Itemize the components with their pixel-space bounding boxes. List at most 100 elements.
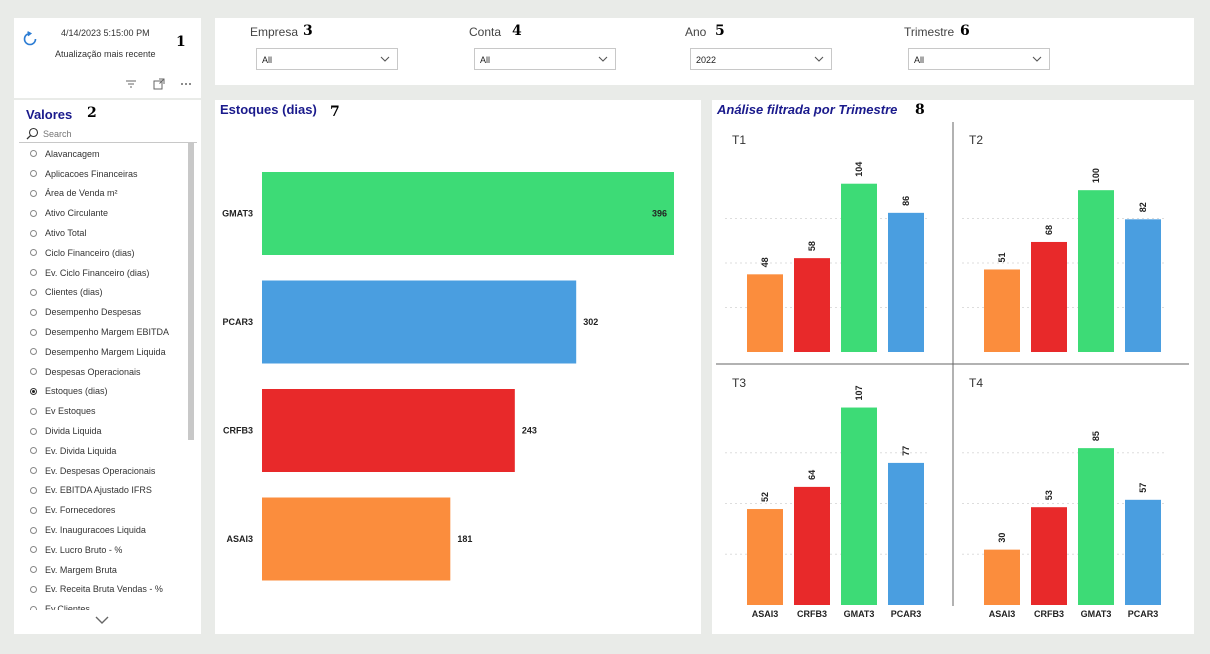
slicer-item[interactable]: Ev. Margem Bruta: [26, 560, 194, 580]
radio-icon[interactable]: [30, 605, 37, 610]
bar-t1-pcar3[interactable]: [888, 212, 924, 352]
slicer-item-label: Desempenho Margem Liquida: [45, 346, 166, 357]
bar-t1-asai3[interactable]: [747, 274, 783, 352]
radio-icon[interactable]: [30, 467, 37, 475]
search-input[interactable]: [43, 127, 183, 141]
radio-icon[interactable]: [30, 269, 37, 277]
slicer-item[interactable]: Ev. Inauguracoes Liquida: [26, 520, 194, 540]
radio-icon[interactable]: [30, 486, 37, 494]
slicer-item[interactable]: Aplicacoes Financeiras: [26, 164, 194, 184]
bar-t4-crfb3[interactable]: [1031, 507, 1067, 605]
slicer-item[interactable]: Desempenho Margem EBITDA: [26, 322, 194, 342]
radio-icon[interactable]: [30, 249, 37, 257]
slicer-item[interactable]: Ev. Despesas Operacionais: [26, 461, 194, 481]
ano-dropdown[interactable]: 2022: [690, 48, 832, 70]
bar-t2-crfb3[interactable]: [1031, 241, 1067, 352]
slicer-item-label: Alavancagem: [45, 148, 100, 159]
slicer-item[interactable]: Desempenho Despesas: [26, 302, 194, 322]
radio-selected-icon[interactable]: [30, 387, 37, 395]
radio-icon[interactable]: [30, 189, 37, 197]
chevron-down-icon[interactable]: [94, 615, 110, 625]
radio-icon[interactable]: [30, 348, 37, 356]
bar-t2-gmat3[interactable]: [1078, 190, 1114, 352]
slicer-item[interactable]: Ev. Fornecedores: [26, 500, 194, 520]
bar-gmat3[interactable]: [262, 172, 674, 255]
slicer-item[interactable]: Ev Estoques: [26, 401, 194, 421]
filter-icon[interactable]: [124, 77, 138, 91]
chevron-down-icon: [380, 56, 390, 62]
bar-t3-crfb3[interactable]: [794, 486, 830, 605]
bar-t2-asai3[interactable]: [984, 269, 1020, 352]
radio-icon[interactable]: [30, 328, 37, 336]
bar-t4-asai3[interactable]: [984, 549, 1020, 605]
bar-t3-asai3[interactable]: [747, 509, 783, 605]
slicer-item[interactable]: Despesas Operacionais: [26, 362, 194, 382]
slicer-item[interactable]: Ativo Circulante: [26, 203, 194, 223]
slicer-item[interactable]: Ev.Clientes: [26, 599, 194, 610]
bar-t1-gmat3[interactable]: [841, 183, 877, 352]
radio-icon[interactable]: [30, 209, 37, 217]
slicer-item[interactable]: Área de Venda m²: [26, 184, 194, 204]
bar-value-label: 64: [807, 470, 817, 480]
trimestre-dropdown[interactable]: All: [908, 48, 1050, 70]
bar-pcar3[interactable]: [262, 280, 577, 364]
slicer-item[interactable]: Divida Liquida: [26, 421, 194, 441]
slicer-item[interactable]: Alavancagem: [26, 144, 194, 164]
slicer-item[interactable]: Ev. EBITDA Ajustado IFRS: [26, 481, 194, 501]
bar-t4-gmat3[interactable]: [1078, 448, 1114, 605]
slicer-item[interactable]: Ev. Divida Liquida: [26, 441, 194, 461]
bar-t2-pcar3[interactable]: [1125, 219, 1161, 352]
bar-t3-pcar3[interactable]: [888, 462, 924, 605]
bar-t3-gmat3[interactable]: [841, 407, 877, 605]
bar-t1-crfb3[interactable]: [794, 258, 830, 352]
slicer-item[interactable]: Ev. Receita Bruta Vendas - %: [26, 580, 194, 600]
radio-icon[interactable]: [30, 546, 37, 554]
radio-icon[interactable]: [30, 447, 37, 455]
radio-icon[interactable]: [30, 170, 37, 178]
empresa-dropdown[interactable]: All: [256, 48, 398, 70]
slicer-item-label: Desempenho Despesas: [45, 307, 142, 318]
slicer-item[interactable]: Clientes (dias): [26, 283, 194, 303]
radio-icon[interactable]: [30, 585, 37, 593]
bar-t4-pcar3[interactable]: [1125, 499, 1161, 605]
slicer-item-label: Ev. Margem Bruta: [45, 564, 117, 575]
more-options-icon[interactable]: [179, 77, 193, 91]
slicer-item[interactable]: Ev. Lucro Bruto - %: [26, 540, 194, 560]
radio-icon[interactable]: [30, 368, 37, 376]
radio-icon[interactable]: [30, 526, 37, 534]
radio-icon[interactable]: [30, 288, 37, 296]
slicer-item-label: Ev. Fornecedores: [45, 505, 116, 516]
conta-dropdown[interactable]: All: [474, 48, 616, 70]
radio-icon[interactable]: [30, 506, 37, 514]
slicer-item[interactable]: Ativo Total: [26, 223, 194, 243]
slicer-item-label: Ev. Ciclo Financeiro (dias): [45, 267, 150, 278]
slicer-item-label: Ev. EBITDA Ajustado IFRS: [45, 485, 152, 496]
slicer-scrollbar[interactable]: [188, 143, 194, 440]
slicer-item[interactable]: Ciclo Financeiro (dias): [26, 243, 194, 263]
radio-icon[interactable]: [30, 427, 37, 435]
refresh-label: Atualização mais recente: [55, 49, 156, 59]
callout-badge-1: 1: [176, 34, 186, 50]
bar-value-label: 86: [901, 196, 911, 206]
bar-asai3[interactable]: [262, 497, 451, 581]
radio-icon[interactable]: [30, 407, 37, 415]
radio-icon[interactable]: [30, 566, 37, 574]
focus-mode-icon[interactable]: [152, 77, 166, 91]
bar-value-label: 77: [901, 446, 911, 456]
refresh-panel: 4/14/2023 5:15:00 PM Atualização mais re…: [14, 18, 201, 98]
slicer-list[interactable]: Alavancagem Aplicacoes Financeiras Área de…: [26, 144, 194, 610]
x-axis-category-label: GMAT3: [1081, 609, 1112, 619]
radio-icon[interactable]: [30, 308, 37, 316]
slicer-item-label: Ciclo Financeiro (dias): [45, 247, 135, 258]
slicer-item[interactable]: Ev. Ciclo Financeiro (dias): [26, 263, 194, 283]
slicer-item[interactable]: Desempenho Margem Liquida: [26, 342, 194, 362]
radio-icon[interactable]: [30, 229, 37, 237]
panel-title-t2: T2: [969, 133, 983, 147]
bar-crfb3[interactable]: [262, 389, 515, 472]
radio-icon[interactable]: [30, 150, 37, 158]
slicer-item-label: Desempenho Margem EBITDA: [45, 327, 170, 338]
refresh-icon[interactable]: [22, 31, 38, 47]
chevron-down-icon: [1032, 56, 1042, 62]
slicer-item[interactable]: Estoques (dias): [26, 382, 194, 402]
callout-badge-6: 6: [960, 23, 970, 39]
